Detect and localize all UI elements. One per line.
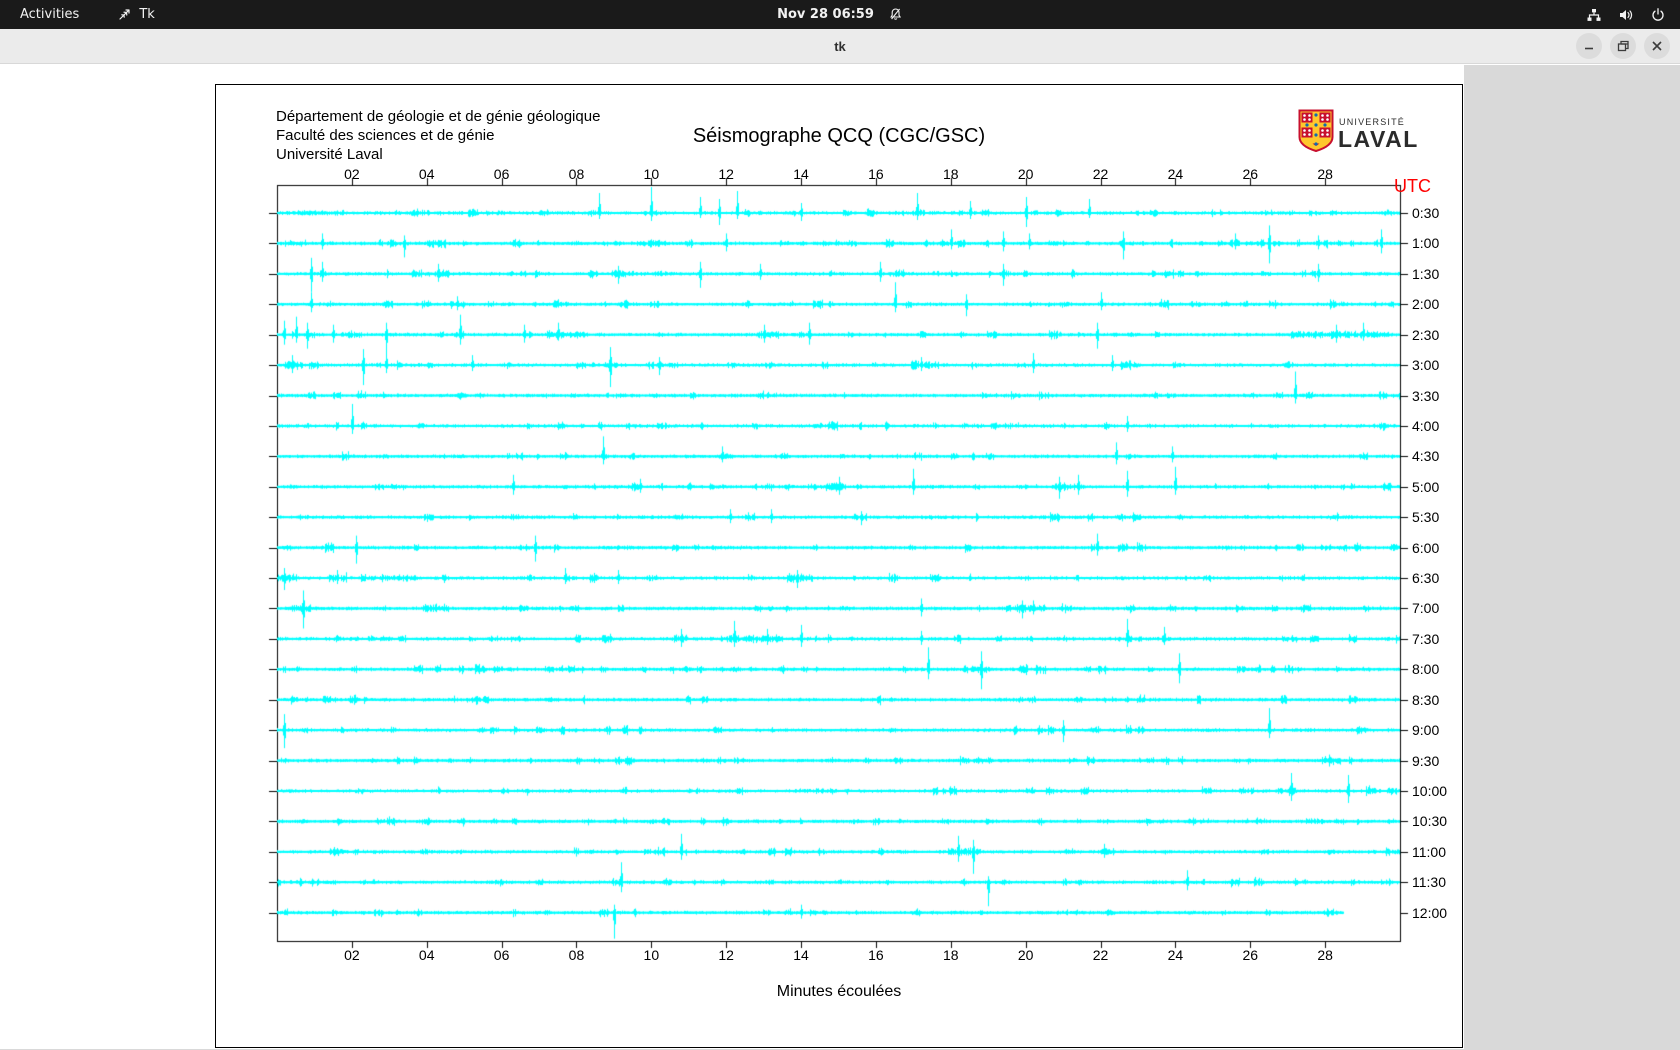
- x-tick-label-bottom: 08: [568, 947, 585, 963]
- x-tick-label-top: 14: [793, 166, 809, 182]
- x-tick-label-bottom: 20: [1017, 947, 1034, 963]
- activities-button[interactable]: Activities: [20, 7, 79, 22]
- x-tick-label-top: 02: [344, 166, 360, 182]
- row-label: 5:00: [1412, 478, 1440, 495]
- x-tick-label-top: 12: [718, 166, 734, 182]
- row-label: 4:30: [1412, 448, 1440, 465]
- clock-label: Nov 28 06:59: [777, 7, 874, 22]
- row-label: 1:00: [1412, 235, 1440, 252]
- row-label: 5:30: [1412, 509, 1440, 526]
- tk-frame-background: [1464, 65, 1680, 1050]
- row-label: 10:30: [1412, 813, 1448, 830]
- x-tick-label-bottom: 28: [1317, 947, 1333, 963]
- tk-feather-icon: [117, 8, 131, 22]
- row-label: 4:00: [1412, 417, 1440, 434]
- x-tick-label-bottom: 18: [943, 947, 959, 963]
- row-label: 1:30: [1412, 265, 1440, 282]
- row-label: 6:30: [1412, 570, 1440, 587]
- row-label: 8:00: [1412, 661, 1440, 678]
- window-title: tk: [834, 39, 846, 54]
- header-line-1: Département de géologie et de génie géol…: [276, 108, 601, 125]
- x-tick-label-top: 08: [568, 166, 585, 182]
- volume-icon: [1618, 7, 1634, 23]
- row-label: 8:30: [1412, 691, 1440, 708]
- x-tick-label-top: 18: [943, 166, 959, 182]
- row-label: 3:30: [1412, 387, 1440, 404]
- network-icon: [1586, 7, 1602, 23]
- row-label: 10:00: [1412, 782, 1448, 799]
- x-tick-label-top: 20: [1017, 166, 1034, 182]
- x-tick-label-bottom: 24: [1167, 947, 1184, 963]
- x-tick-label-bottom: 06: [493, 947, 510, 963]
- row-label: 7:00: [1412, 600, 1440, 617]
- x-tick-label-bottom: 26: [1242, 947, 1259, 963]
- app-menu[interactable]: Tk: [117, 7, 155, 22]
- row-label: 6:00: [1412, 539, 1440, 556]
- notifications-muted-icon: [888, 7, 903, 22]
- app-menu-label: Tk: [139, 7, 155, 22]
- utc-axis-label: UTC: [1394, 176, 1431, 196]
- row-label: 11:30: [1412, 874, 1446, 891]
- x-tick-label-bottom: 10: [643, 947, 660, 963]
- power-icon: [1650, 7, 1666, 23]
- row-label: 12:00: [1412, 904, 1448, 921]
- x-tick-label-top: 22: [1092, 166, 1109, 182]
- x-tick-label-top: 06: [493, 166, 510, 182]
- minimize-button[interactable]: [1576, 33, 1602, 59]
- gnome-top-bar: Activities Tk Nov 28 06:59: [0, 0, 1680, 29]
- x-tick-label-top: 28: [1317, 166, 1333, 182]
- row-label: 7:30: [1412, 630, 1440, 647]
- row-label: 2:30: [1412, 326, 1440, 343]
- row-label: 11:00: [1412, 843, 1446, 860]
- x-tick-label-bottom: 02: [344, 947, 360, 963]
- row-label: 2:00: [1412, 296, 1440, 313]
- seismogram-canvas: [216, 85, 1462, 1047]
- x-tick-label-bottom: 14: [793, 947, 809, 963]
- row-label: 9:30: [1412, 752, 1440, 769]
- clock-menu[interactable]: Nov 28 06:59: [777, 7, 903, 22]
- close-button[interactable]: [1644, 33, 1670, 59]
- window-titlebar[interactable]: tk: [0, 29, 1680, 64]
- system-status-area[interactable]: [1586, 0, 1666, 29]
- laval-logo: UNIVERSITÉ LAVAL: [1298, 109, 1419, 153]
- x-tick-label-top: 26: [1242, 166, 1259, 182]
- x-tick-label-bottom: 16: [868, 947, 884, 963]
- page-title: Séismographe QCQ (CGC/GSC): [692, 125, 986, 147]
- x-tick-label-top: 16: [868, 166, 884, 182]
- row-label: 3:00: [1412, 357, 1440, 374]
- seismograph-panel: Département de géologie et de génie géol…: [215, 84, 1463, 1048]
- x-axis-title: Minutes écoulées: [776, 983, 902, 1000]
- row-label: 0:30: [1412, 205, 1440, 221]
- x-tick-label-top: 04: [418, 166, 435, 182]
- tk-window-content: Département de géologie et de génie géol…: [0, 65, 1680, 1050]
- x-tick-label-top: 24: [1167, 166, 1184, 182]
- maximize-button[interactable]: [1610, 33, 1636, 59]
- x-tick-label-bottom: 22: [1092, 947, 1109, 963]
- x-tick-label-top: 10: [643, 166, 660, 182]
- logo-bottom-text: LAVAL: [1338, 126, 1419, 152]
- row-label: 9:00: [1412, 722, 1440, 739]
- x-tick-label-bottom: 12: [718, 947, 734, 963]
- x-tick-label-bottom: 04: [418, 947, 435, 963]
